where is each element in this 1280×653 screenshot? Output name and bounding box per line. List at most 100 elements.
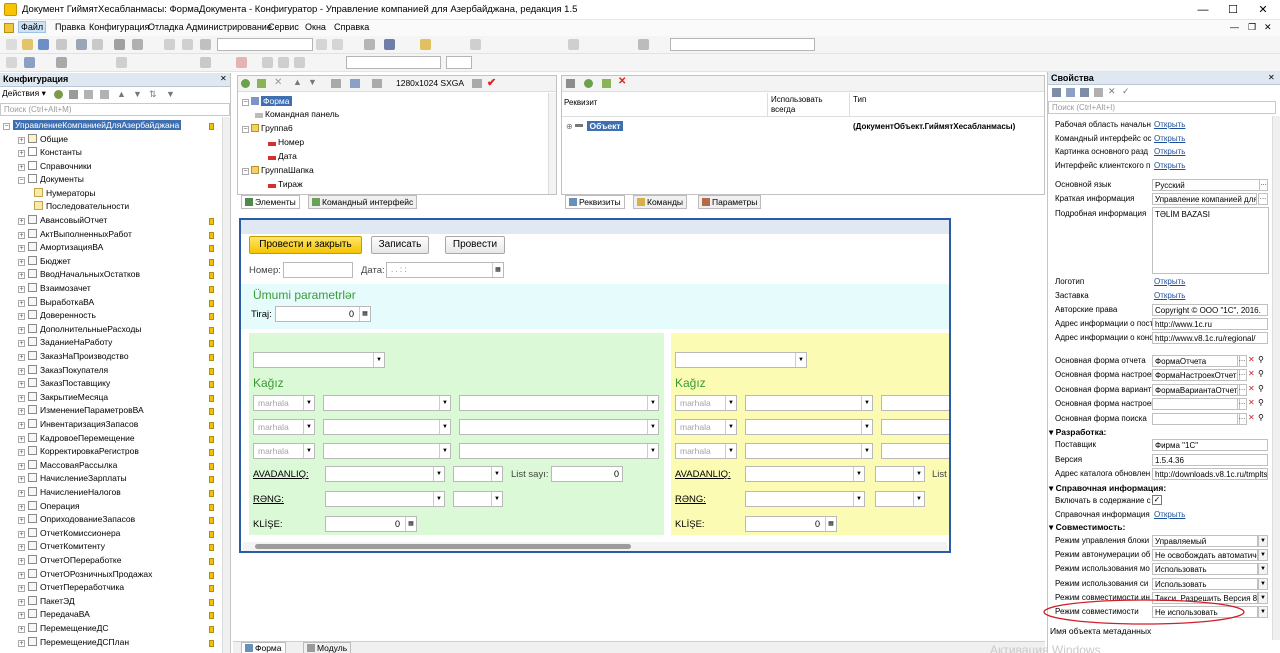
minimize-button[interactable]: — bbox=[1188, 0, 1218, 20]
form-tree-group6[interactable]: − Группа6 bbox=[242, 123, 339, 137]
paste-icon[interactable] bbox=[132, 39, 143, 50]
menu-configuration[interactable]: Конфигурация bbox=[89, 22, 149, 32]
paper-size-select[interactable]: ▼ bbox=[459, 395, 659, 411]
delete-requisite-icon[interactable]: ✕ bbox=[618, 76, 626, 87]
tree-document-item[interactable]: + Доверенность bbox=[18, 310, 96, 323]
prop-addr-post[interactable]: http://www.1c.ru bbox=[1152, 318, 1268, 330]
post-close-button[interactable]: Провести и закрыть bbox=[249, 236, 362, 254]
open-search-icon[interactable]: ⚲ bbox=[1258, 384, 1268, 396]
save-icon[interactable] bbox=[38, 39, 49, 50]
tiraj-field[interactable]: 0 ▦ bbox=[275, 306, 371, 322]
right-avadanliq-sub[interactable]: ▼ bbox=[875, 466, 925, 482]
left-avadanliq-select[interactable]: ▼ bbox=[325, 466, 445, 482]
form-tree-group-header[interactable]: − ГруппаШапка bbox=[242, 165, 339, 179]
save-all-icon[interactable] bbox=[56, 39, 67, 50]
open-search-icon[interactable]: ⚲ bbox=[1258, 398, 1268, 410]
edit-requisite-icon[interactable] bbox=[602, 79, 611, 88]
include-checkbox[interactable]: ✓ bbox=[1152, 495, 1162, 505]
grid-icon[interactable] bbox=[6, 57, 17, 68]
tree-root[interactable]: − УправлениеКомпаниейДляАзербайджана bbox=[3, 120, 182, 133]
font-icon[interactable] bbox=[200, 57, 211, 68]
module-icon[interactable] bbox=[420, 39, 431, 50]
align-right-icon[interactable] bbox=[294, 57, 305, 68]
prop-settings-icon[interactable] bbox=[1094, 88, 1103, 97]
right-klise-field[interactable]: 0 ▦ bbox=[745, 516, 837, 532]
tree-document-item[interactable]: + АвансовыйОтчет bbox=[18, 215, 107, 228]
prop-ref-info-link[interactable]: Открыть bbox=[1152, 509, 1187, 521]
procedure-combo[interactable] bbox=[670, 38, 815, 51]
config-scrollbar[interactable] bbox=[222, 117, 230, 653]
timer-icon[interactable] bbox=[638, 39, 649, 50]
choose-icon[interactable]: … bbox=[1237, 383, 1247, 396]
form-tree-tiraj[interactable]: Тираж bbox=[242, 179, 339, 193]
align-center-icon[interactable] bbox=[278, 57, 289, 68]
compat-dropdown-icon[interactable]: ▼ bbox=[1258, 577, 1268, 590]
choose-icon[interactable]: … bbox=[1237, 398, 1247, 411]
properties-search-input[interactable]: Поиск (Ctrl+Alt+I) bbox=[1048, 101, 1276, 114]
tree-document-item[interactable]: + Взаимозачет bbox=[18, 283, 91, 296]
properties-close-icon[interactable]: ✕ bbox=[1268, 73, 1275, 82]
clear-icon[interactable]: ✕ bbox=[1248, 413, 1257, 425]
paper-select[interactable]: ▼ bbox=[745, 395, 873, 411]
prop-form-value[interactable]: ФормаНастроекОтчет bbox=[1152, 369, 1240, 382]
tree-document-item[interactable]: + ВыработкаВА bbox=[18, 296, 94, 310]
prop-catalog[interactable]: http://downloads.v8.1c.ru/tmplts bbox=[1152, 468, 1268, 480]
add-icon[interactable] bbox=[54, 90, 63, 99]
tree-document-item[interactable]: + ЗакрытиеМесяца bbox=[18, 391, 108, 405]
preview-hscrollbar[interactable] bbox=[243, 542, 947, 551]
resolution-combo[interactable]: 1280x1024 SXGA bbox=[396, 78, 464, 88]
prop-check-icon[interactable]: ✓ bbox=[1122, 86, 1130, 97]
choose-icon[interactable]: … bbox=[1237, 369, 1247, 382]
tab-form[interactable]: Форма bbox=[241, 642, 286, 653]
redo-icon[interactable] bbox=[182, 39, 193, 50]
date-field[interactable]: . . : : ▦ bbox=[386, 262, 504, 278]
paper-select[interactable]: ▼ bbox=[323, 419, 451, 435]
element-down-icon[interactable]: ▼ bbox=[308, 77, 317, 87]
check-icon[interactable]: ✔ bbox=[487, 76, 496, 89]
prop-compat-value[interactable]: Не освобождать автоматиче bbox=[1152, 549, 1258, 562]
form-tree-form[interactable]: − Форма bbox=[242, 96, 339, 109]
prop-version[interactable]: 1.5.4.36 bbox=[1152, 454, 1268, 466]
compat-dropdown-icon[interactable]: ▼ bbox=[1258, 549, 1268, 562]
left-reng-sub[interactable]: ▼ bbox=[453, 491, 503, 507]
tree-document-item[interactable]: + ЗаданиеНаРаботу bbox=[18, 337, 112, 350]
move-down-icon[interactable]: ▼ bbox=[133, 89, 142, 99]
tree-document-item[interactable]: + ИнвентаризацияЗапасов bbox=[18, 419, 138, 432]
tree-document-item[interactable]: + ПередачаВА bbox=[18, 609, 90, 622]
marhala-select[interactable]: marhala ▼ bbox=[675, 443, 737, 459]
left-reng-select[interactable]: ▼ bbox=[325, 491, 445, 507]
preview-icon[interactable] bbox=[350, 79, 360, 88]
open-search-icon[interactable]: ⚲ bbox=[1258, 355, 1268, 367]
filter-icon[interactable]: ▼ bbox=[166, 89, 175, 99]
paper-size-select[interactable]: ▼ bbox=[881, 419, 949, 435]
paper-select[interactable]: ▼ bbox=[323, 395, 451, 411]
tab-elements[interactable]: Элементы bbox=[241, 195, 300, 209]
right-avadanliq-select[interactable]: ▼ bbox=[745, 466, 865, 482]
tree-group-common[interactable]: + Общие bbox=[18, 134, 68, 147]
find-prev-icon[interactable] bbox=[332, 39, 343, 50]
requisite-settings-icon[interactable] bbox=[566, 79, 575, 88]
number-field[interactable] bbox=[283, 262, 353, 278]
prop-top-link[interactable]: Открыть bbox=[1152, 133, 1187, 145]
menu-windows[interactable]: Окна bbox=[305, 22, 326, 32]
clear-icon[interactable]: ✕ bbox=[1248, 355, 1257, 367]
tab-command-interface[interactable]: Командный интерфейс bbox=[308, 195, 418, 209]
tree-document-item[interactable]: + ОтчетКомиссионера bbox=[18, 527, 120, 541]
align-left-icon[interactable] bbox=[262, 57, 273, 68]
search-combo[interactable] bbox=[217, 38, 313, 51]
compat-dropdown-icon[interactable]: ▼ bbox=[1258, 535, 1268, 547]
clear-icon[interactable]: ✕ bbox=[1248, 398, 1257, 410]
calendar-icon[interactable]: ▦ bbox=[492, 263, 503, 277]
outdent-icon[interactable] bbox=[568, 39, 579, 50]
find-icon[interactable] bbox=[200, 39, 211, 50]
copy-form-icon[interactable] bbox=[472, 79, 482, 88]
tree-group-catalogs[interactable]: + Справочники bbox=[18, 161, 92, 174]
table-icon[interactable] bbox=[24, 57, 35, 68]
mdi-minimize-icon[interactable]: — bbox=[1230, 22, 1239, 32]
save-button[interactable]: Записать bbox=[371, 236, 429, 254]
actions-menu[interactable]: Действия bbox=[2, 88, 39, 98]
prop-copyright[interactable]: Copyright © ООО "1С", 2016. bbox=[1152, 304, 1268, 316]
add-element-icon[interactable] bbox=[241, 79, 250, 88]
short-info-choose-icon[interactable]: … bbox=[1258, 193, 1268, 205]
choose-icon[interactable]: … bbox=[1237, 412, 1247, 425]
